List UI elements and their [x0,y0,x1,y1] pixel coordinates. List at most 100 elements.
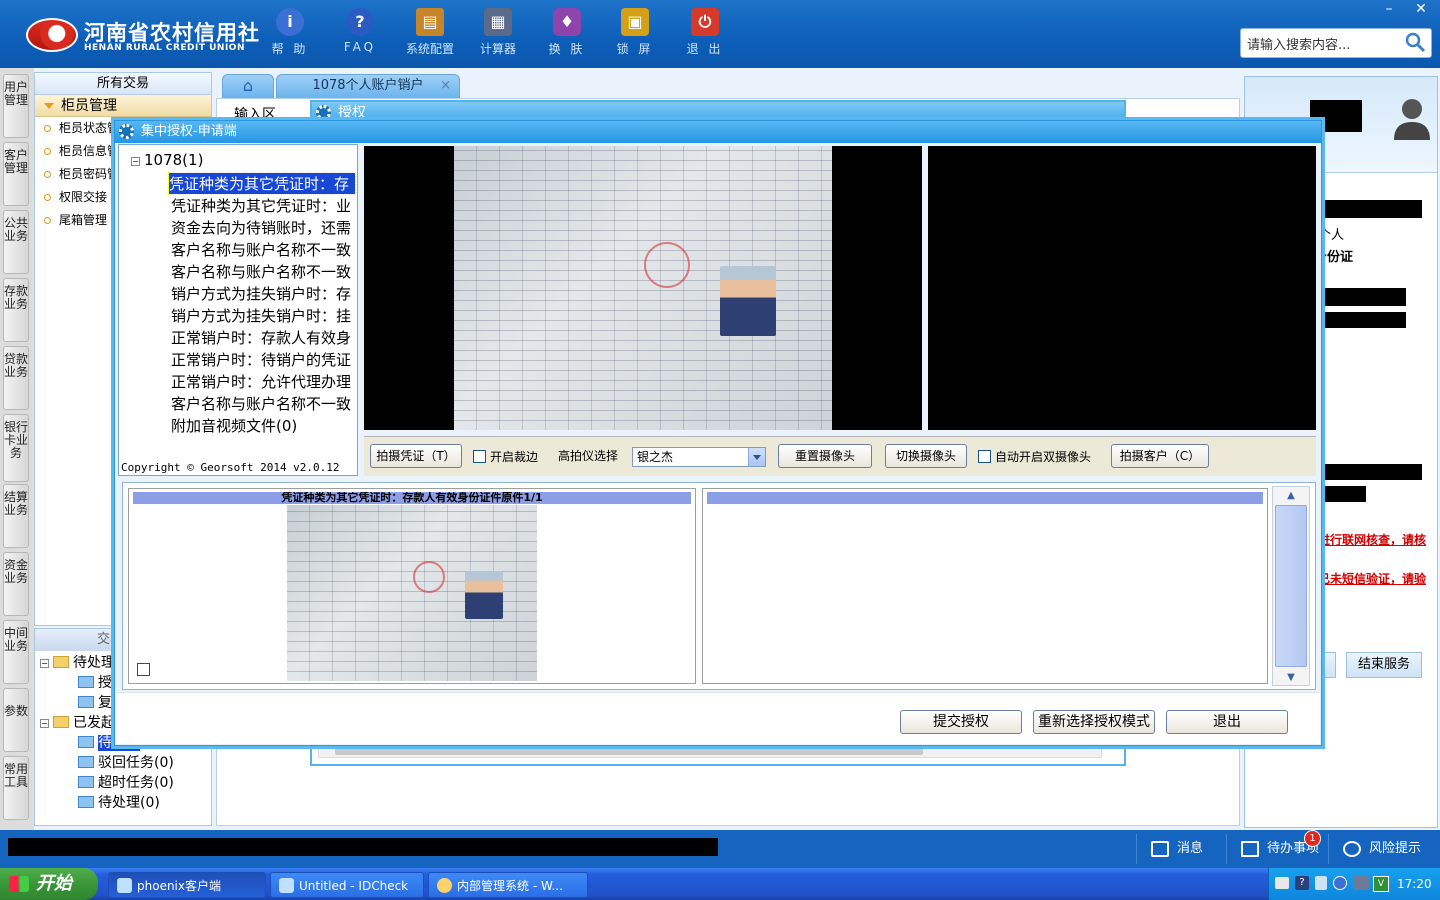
tree-node-rejected[interactable]: 驳回任务(0) [78,752,174,772]
network-icon[interactable] [1315,876,1327,890]
auto-dual-camera-checkbox[interactable] [978,450,991,463]
toolbar-exit-button[interactable]: ⏻ 退 出 [670,8,740,57]
toolbar-calculator-button[interactable]: ▦ 计算器 [463,8,533,57]
task-internal-system[interactable]: 内部管理系统 - W... [428,872,588,898]
captured-image-panel-1[interactable]: 凭证种类为其它凭证时：存款人有效身份证件原件1/1 [128,488,696,684]
toolbar-help-button[interactable]: i帮 助 [255,8,325,57]
captured-image-panel-2[interactable] [702,488,1268,684]
risk-alert-button[interactable]: 风险提示 [1328,834,1438,864]
tree-item-4[interactable]: 客户名称与账户名称不一致 [171,239,355,260]
id-photo [465,571,503,619]
nav-all-transactions[interactable]: 所有交易 [35,73,211,95]
scroll-down-icon[interactable]: ▼ [1275,671,1307,685]
close-tab-icon[interactable]: × [440,75,451,97]
task-idcheck[interactable]: Untitled - IDCheck [270,872,424,898]
keyboard-icon[interactable] [1275,877,1289,889]
rail-settlement-business[interactable]: 结算业务 [3,484,29,548]
app-icon [279,878,294,893]
rail-customer-management[interactable]: 客户管理 [3,142,29,206]
start-button[interactable]: 开始 [0,868,98,900]
rail-deposit-business[interactable]: 存款业务 [3,278,29,342]
tree-node-pending[interactable]: − 待处理 [40,652,115,672]
monitor-icon[interactable] [1353,876,1369,890]
rail-common-tools[interactable]: 常用工具 [3,756,29,820]
minimize-button[interactable]: – [1374,0,1404,18]
tree-item-11[interactable]: 客户名称与账户名称不一致 [171,393,355,414]
folder-icon [78,736,94,748]
rail-parameters[interactable]: 参数 [3,688,29,752]
toolbar-skin-button[interactable]: ♦ 换 肤 [532,8,602,57]
tab-1078-account-closing[interactable]: 1078个人账户销户 × [276,74,460,98]
tree-root[interactable]: −1078(1) [131,151,203,169]
tab-home[interactable]: ⌂ [222,74,274,98]
expand-tray-icon[interactable] [1333,876,1347,890]
select-image-checkbox[interactable] [137,663,150,676]
nav-group-teller-management[interactable]: 柜员管理 [35,95,211,117]
ime-icon[interactable]: V [1373,876,1389,892]
toolbox-icon: ▤ [416,8,444,36]
captured-document-thumbnail[interactable] [287,505,537,681]
exit-dialog-button[interactable]: 退出 [1166,710,1288,734]
chevron-down-icon[interactable] [748,448,765,466]
rail-public-business[interactable]: 公共业务 [3,210,29,274]
collapse-icon[interactable]: − [40,659,49,668]
tree-node-timeout[interactable]: 超时任务(0) [78,772,174,792]
scroll-up-icon[interactable]: ▲ [1275,489,1307,503]
collapse-icon[interactable]: − [40,719,49,728]
camera-select[interactable]: 银之杰 [632,447,766,467]
tree-item-1[interactable]: 凭证种类为其它凭证时：存 [168,172,356,195]
seal-mark [413,561,445,593]
rail-bank-card-business[interactable]: 银行卡业务 [3,414,29,482]
tree-item-av-files[interactable]: 附加音视频文件(0) [171,415,355,436]
capture-customer-button[interactable]: 拍摄客户（C） [1111,444,1209,468]
tree-node-initiated[interactable]: − 已发起 [40,712,115,732]
collapse-icon[interactable]: − [131,157,140,166]
crop-checkbox[interactable] [473,450,486,463]
task-phoenix-client[interactable]: phoenix客户端 [108,872,266,898]
tree-item-6[interactable]: 销户方式为挂失销户时：存 [171,283,355,304]
tree-item-5[interactable]: 客户名称与账户名称不一致 [171,261,355,282]
toolbar-faq-button[interactable]: ? FAQ [325,8,395,54]
reset-camera-button[interactable]: 重置摄像头 [778,444,872,468]
question-icon: ? [346,8,374,36]
power-icon: ⏻ [691,8,719,36]
capture-voucher-button[interactable]: 拍摄凭证（T） [370,444,462,468]
switch-camera-button[interactable]: 切换摄像头 [885,444,967,468]
toolbar-lock-button[interactable]: ▣ 锁 屏 [600,8,670,57]
toolbar-config-button[interactable]: ▤ 系统配置 [395,8,465,57]
tree-item-7[interactable]: 销户方式为挂失销户时：挂 [171,305,355,326]
dialog-title: 集中授权-申请端 [115,121,1321,143]
help-tray-icon[interactable]: ? [1295,876,1309,890]
folder-icon [53,716,69,728]
tree-item-3[interactable]: 资金去向为待销账时，还需 [171,217,355,238]
submit-authorization-button[interactable]: 提交授权 [900,710,1022,734]
tree-item-8[interactable]: 正常销户时：存款人有效身 [171,327,355,348]
rail-loan-business[interactable]: 贷款业务 [3,346,29,410]
messages-button[interactable]: 消息 [1136,834,1224,864]
document-image [454,146,832,430]
rail-user-management[interactable]: 用户管理 [3,74,29,138]
scrollbar-thumb[interactable] [1275,505,1307,667]
scrollbar-thumb[interactable] [335,745,923,755]
search-icon[interactable] [1404,31,1426,53]
vertical-scrollbar[interactable]: ▲ ▼ [1272,486,1310,686]
rail-fund-business[interactable]: 资金业务 [3,552,29,616]
image-caption: 凭证种类为其它凭证时：存款人有效身份证件原件1/1 [133,492,691,504]
redacted-block [8,838,718,856]
close-window-button[interactable]: ✕ [1406,0,1436,18]
verification-warning-link[interactable]: 进行联网核查，请核 [1318,531,1426,548]
authorization-item-tree: −1078(1) 凭证种类为其它凭证时：存 凭证种类为其它凭证时：业 资金去向为… [118,144,358,476]
reselect-mode-button[interactable]: 重新选择授权模式 [1033,710,1155,734]
calculator-icon: ▦ [484,8,512,36]
clock: 17:20 [1397,877,1432,891]
folder-icon [78,776,94,788]
tree-item-10[interactable]: 正常销户时：允许代理办理 [171,371,355,392]
tree-node-todo[interactable]: 待处理(0) [78,792,160,812]
end-service-button[interactable]: 结束服务 [1346,652,1422,678]
sms-warning-link[interactable]: 已未短信验证，请验 [1318,570,1426,587]
camera-preview-document [364,146,922,430]
rail-intermediate-business[interactable]: 中间业务 [3,620,29,684]
tree-item-2[interactable]: 凭证种类为其它凭证时：业 [171,195,355,216]
tree-item-9[interactable]: 正常销户时：待销户的凭证 [171,349,355,370]
system-tray: ? V 17:20 [1268,868,1440,900]
